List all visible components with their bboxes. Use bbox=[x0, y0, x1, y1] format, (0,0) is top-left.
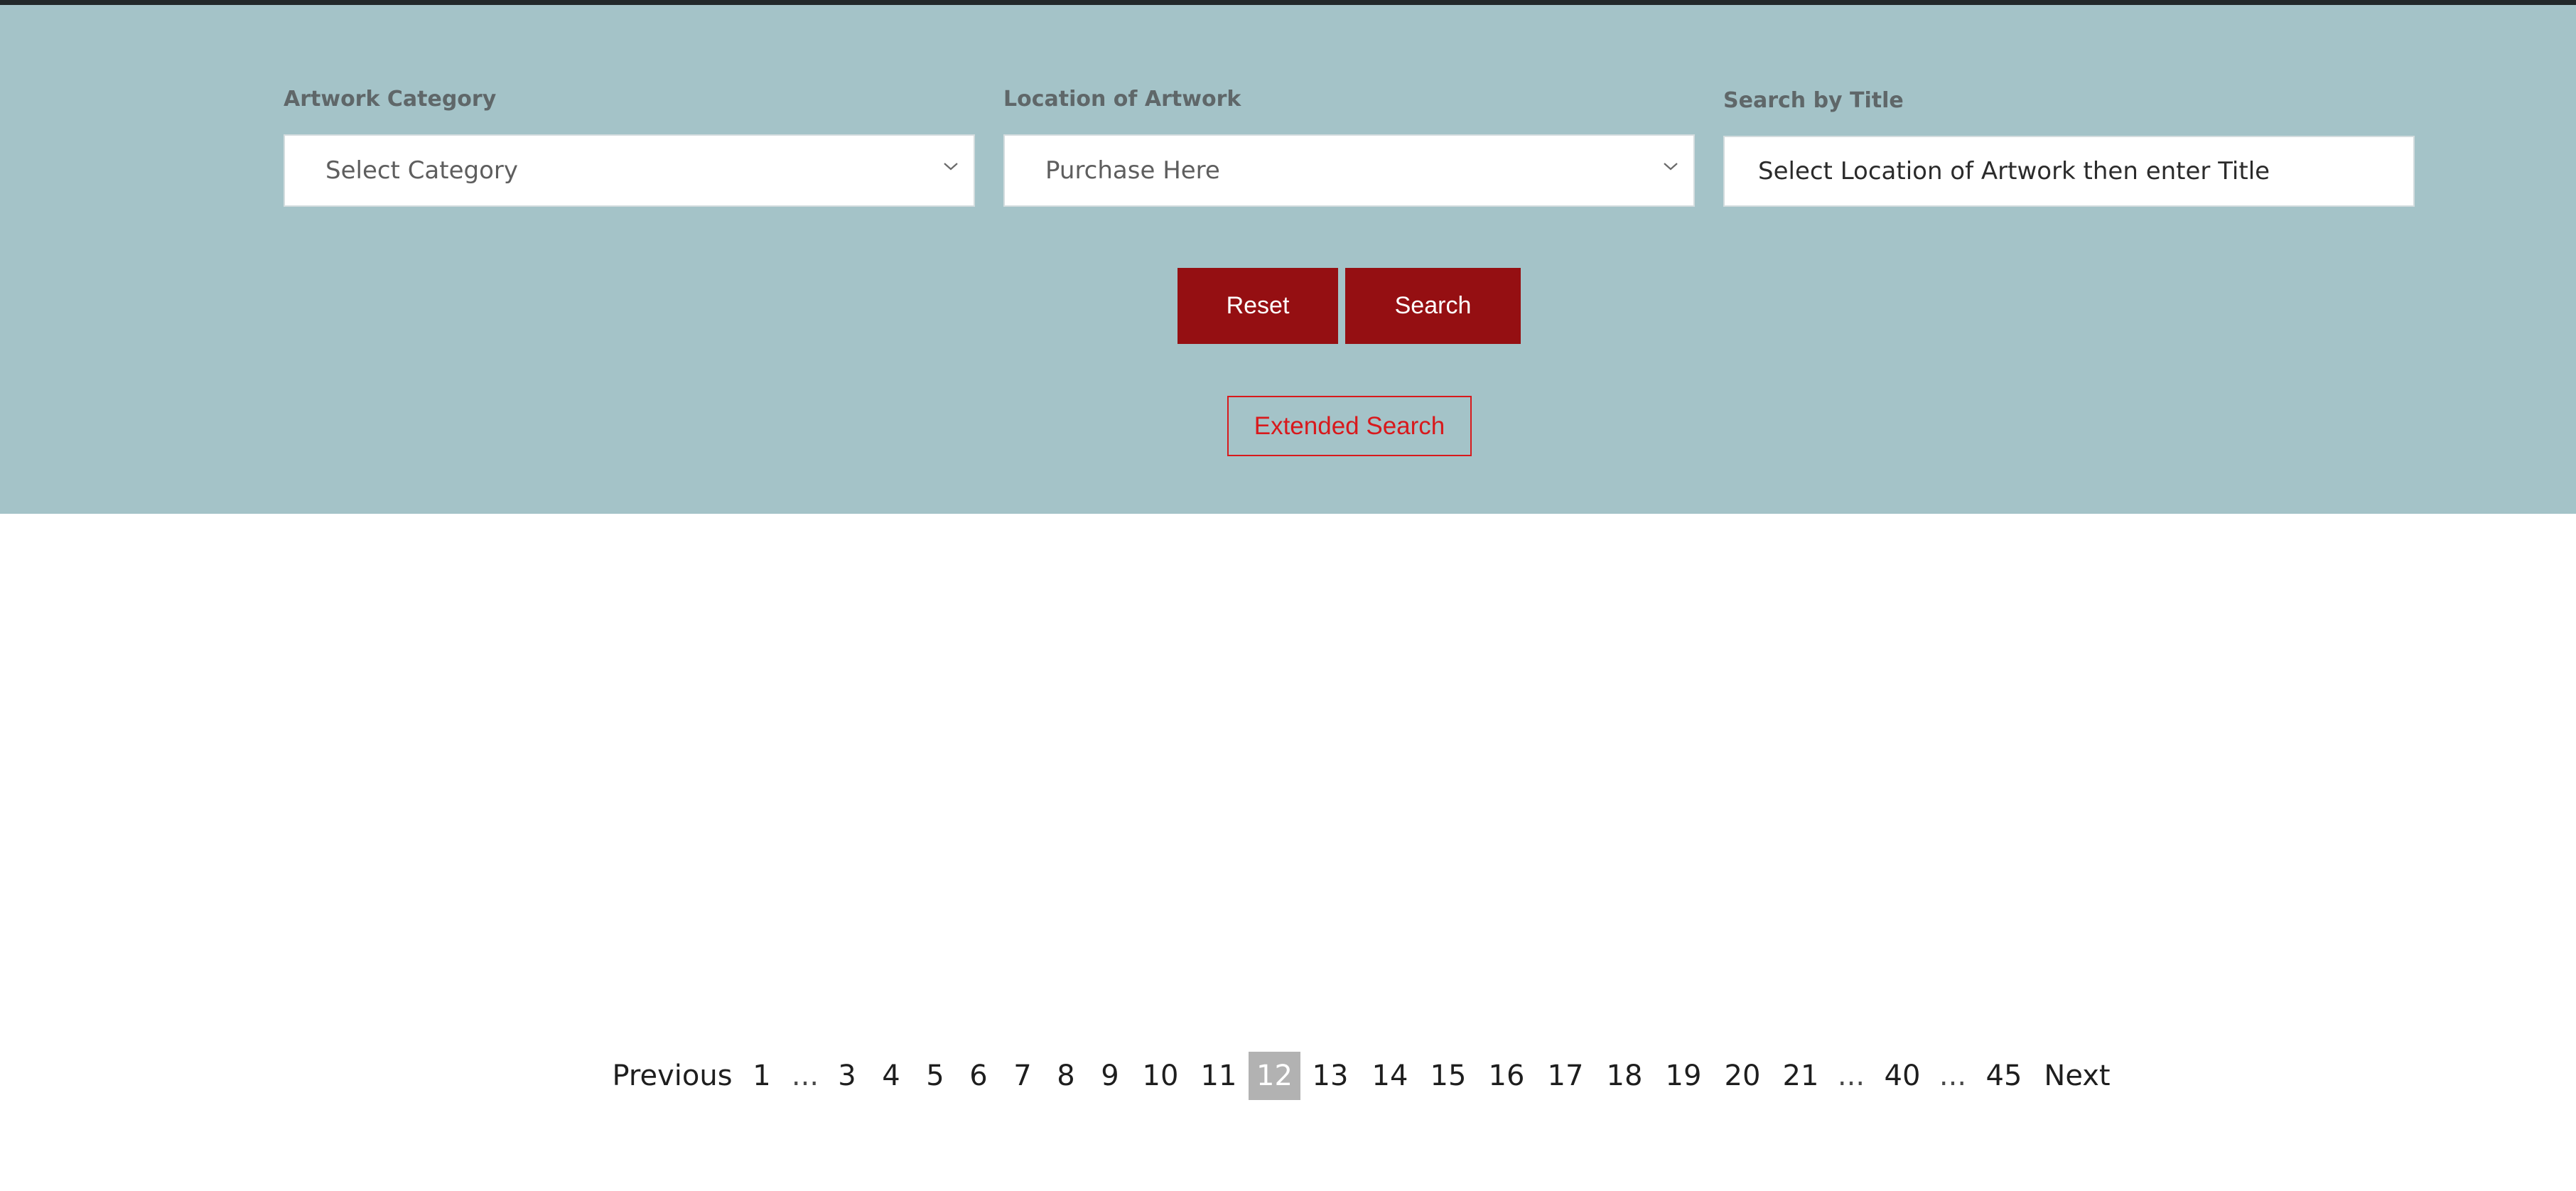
page-link[interactable]: 9 bbox=[1096, 1052, 1124, 1100]
page-link[interactable]: 20 bbox=[1721, 1052, 1764, 1100]
page-link[interactable]: 8 bbox=[1052, 1052, 1080, 1100]
page-link[interactable]: 7 bbox=[1008, 1052, 1037, 1100]
page-link[interactable]: 3 bbox=[833, 1052, 861, 1100]
page-link[interactable]: 19 bbox=[1662, 1052, 1705, 1100]
page-link[interactable]: 10 bbox=[1139, 1052, 1182, 1100]
title-search-input-value: Select Location of Artwork then enter Ti… bbox=[1758, 157, 2270, 185]
title-search-label: Search by Title bbox=[1723, 88, 1904, 113]
page-link[interactable]: 11 bbox=[1197, 1052, 1240, 1100]
page-link[interactable]: 14 bbox=[1369, 1052, 1411, 1100]
page-link[interactable]: 40 bbox=[1881, 1052, 1924, 1100]
category-select-value: Select Category bbox=[325, 156, 519, 185]
page-link[interactable]: 18 bbox=[1603, 1052, 1646, 1100]
page-link[interactable]: 21 bbox=[1779, 1052, 1822, 1100]
category-select[interactable]: Select Category bbox=[284, 134, 975, 207]
location-select[interactable]: Purchase Here bbox=[1003, 134, 1695, 207]
page-link[interactable]: 6 bbox=[964, 1052, 993, 1100]
category-label: Artwork Category bbox=[284, 87, 497, 112]
page-link[interactable]: 45 bbox=[1983, 1052, 2025, 1100]
location-select-value: Purchase Here bbox=[1045, 156, 1220, 185]
chevron-down-icon bbox=[944, 163, 958, 171]
page-link[interactable]: 16 bbox=[1485, 1052, 1528, 1100]
pagination-previous[interactable]: Previous bbox=[612, 1052, 732, 1100]
pagination: Previous 1 ... 3 4 5 6 7 8 9 10 11 12 13… bbox=[0, 1052, 2576, 1100]
pagination-ellipsis: ... bbox=[1939, 1060, 1967, 1092]
page-link[interactable]: 1 bbox=[748, 1052, 776, 1100]
page-link[interactable]: 4 bbox=[877, 1052, 905, 1100]
page-link[interactable]: 5 bbox=[921, 1052, 949, 1100]
title-search-input[interactable]: Select Location of Artwork then enter Ti… bbox=[1723, 136, 2415, 207]
pagination-ellipsis: ... bbox=[1837, 1060, 1865, 1092]
extended-search-button[interactable]: Extended Search bbox=[1227, 396, 1472, 456]
search-button[interactable]: Search bbox=[1345, 268, 1521, 344]
search-panel: Artwork Category Select Category Locatio… bbox=[0, 5, 2576, 514]
pagination-ellipsis: ... bbox=[791, 1060, 819, 1092]
page-link[interactable]: 17 bbox=[1544, 1052, 1587, 1100]
page-link[interactable]: 13 bbox=[1309, 1052, 1352, 1100]
page-link-current[interactable]: 12 bbox=[1249, 1052, 1300, 1100]
location-label: Location of Artwork bbox=[1003, 87, 1241, 112]
page-link[interactable]: 15 bbox=[1427, 1052, 1470, 1100]
reset-button[interactable]: Reset bbox=[1177, 268, 1338, 344]
top-bar bbox=[0, 0, 2576, 5]
pagination-next[interactable]: Next bbox=[2044, 1052, 2111, 1100]
chevron-down-icon bbox=[1664, 163, 1678, 171]
